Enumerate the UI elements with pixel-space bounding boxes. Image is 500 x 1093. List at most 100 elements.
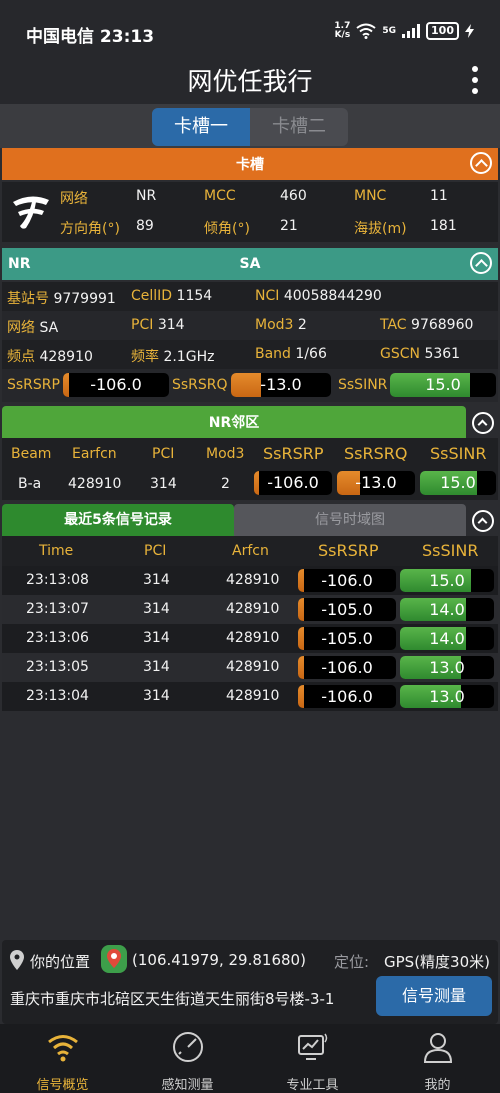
neighbor-sinr-meter: 15.0 (420, 471, 496, 495)
tab-recent-records[interactable]: 最近5条信号记录 (2, 504, 234, 536)
app-bar: 网优任我行 (0, 62, 500, 104)
col-pci: PCI (152, 446, 175, 462)
signal-measure-button[interactable]: 信号测量 (376, 976, 492, 1016)
gnb-id: 基站号 9779991 (7, 291, 116, 307)
azimuth-label: 方向角(°) (60, 221, 120, 237)
rsrq-label: SsRSRQ (172, 377, 228, 393)
row-arfcn: 428910 (226, 688, 280, 704)
nr-section-panel: 基站号 9779991 CellID 1154 NCI 40058844290 … (2, 282, 498, 402)
col-pci: PCI (144, 543, 167, 559)
positioning-mode-value: GPS(精度30米) (384, 953, 490, 971)
neighbor-earfcn: 428910 (68, 476, 122, 492)
table-row: 23:13:06 314 428910 -105.0 14.0 (2, 624, 498, 653)
more-menu-icon[interactable] (472, 66, 480, 96)
nav-item-perception-measure[interactable]: 感知测量 (125, 1024, 250, 1093)
slot-section-title: 卡槽 (236, 157, 264, 173)
mod3: Mod3 2 (255, 317, 307, 333)
collapse-chevron-icon[interactable] (470, 152, 492, 174)
neighbor-rsrp-value: -106.0 (267, 473, 319, 492)
neighbor-section-title: NR邻区 (208, 415, 260, 431)
tab-time-domain-chart[interactable]: 信号时域图 (234, 504, 466, 536)
address-text: 重庆市重庆市北碚区天生街道天生丽街8号楼-3-1 (10, 990, 335, 1008)
neighbor-section-panel: Beam Earfcn PCI Mod3 SsRSRP SsRSRQ SsSIN… (2, 438, 498, 500)
nav-label: 专业工具 (286, 1078, 339, 1093)
collapse-chevron-icon[interactable] (472, 412, 494, 434)
row-rsrp-value: -106.0 (321, 687, 373, 706)
collapse-chevron-icon[interactable] (470, 252, 492, 274)
nav-label: 我的 (424, 1078, 451, 1093)
col-earfcn: Earfcn (72, 446, 117, 462)
tab-sim-slot-2[interactable]: 卡槽二 (250, 108, 348, 146)
col-ssrsrp: SsRSRP (318, 541, 379, 560)
nr-section-header[interactable]: NR SA (2, 248, 498, 280)
col-ssrsrq: SsRSRQ (344, 444, 408, 463)
status-icons: 1.7 K/s 5G 100 (334, 22, 474, 40)
row-sinr-value: 14.0 (429, 629, 465, 648)
row-sinr-meter: 13.0 (400, 685, 494, 708)
row-sinr-value: 13.0 (429, 658, 465, 677)
positioning-mode-label: 定位: (334, 953, 370, 971)
nav-item-mine[interactable]: 我的 (375, 1024, 500, 1093)
row-rsrp-value: -106.0 (321, 571, 373, 590)
row-time: 23:13:05 (26, 659, 89, 675)
col-time: Time (39, 543, 74, 559)
location-pin-icon (10, 950, 24, 970)
row-sinr-value: 13.0 (429, 687, 465, 706)
row-rsrp-value: -105.0 (321, 629, 373, 648)
monitor-tools-icon (297, 1033, 327, 1060)
row-rsrp-meter: -106.0 (298, 569, 396, 592)
altitude-value: 181 (430, 218, 457, 234)
gscn: GSCN 5361 (380, 346, 461, 362)
row-rsrp-meter: -105.0 (298, 627, 396, 650)
network-type: 5G (382, 26, 397, 36)
table-row: 23:13:07 314 428910 -105.0 14.0 (2, 595, 498, 624)
col-beam: Beam (11, 446, 52, 462)
neighbor-rsrp-meter: -106.0 (254, 471, 332, 495)
slot-section-header[interactable]: 卡槽 (2, 148, 498, 180)
signal-bars-icon (402, 24, 421, 38)
mnc-value: 11 (430, 188, 448, 204)
nav-item-pro-tools[interactable]: 专业工具 (250, 1024, 375, 1093)
rsrq-value: -13.0 (260, 375, 302, 394)
row-pci: 314 (143, 630, 170, 646)
sinr-label: SsSINR (338, 377, 388, 393)
net-mode: 网络 SA (7, 320, 59, 336)
slot-section-panel: 网络 NR MCC 460 MNC 11 方向角(°) 89 倾角(°) 21 … (2, 182, 498, 242)
row-arfcn: 428910 (226, 601, 280, 617)
row-time: 23:13:04 (26, 688, 89, 704)
tac: TAC 9768960 (380, 317, 474, 333)
nav-item-signal-overview[interactable]: 信号概览 (0, 1024, 125, 1093)
nav-label: 感知测量 (161, 1078, 214, 1093)
app-title: 网优任我行 (187, 67, 313, 96)
row-arfcn: 428910 (226, 572, 280, 588)
tab-sim-slot-1[interactable]: 卡槽一 (152, 108, 250, 146)
network-value: NR (136, 188, 157, 204)
tilt-label: 倾角(°) (204, 221, 250, 237)
bottom-nav: 信号概览 感知测量 专业工具 我的 (0, 1024, 500, 1093)
sinr-meter: 15.0 (390, 373, 496, 397)
azimuth-value: 89 (136, 218, 154, 234)
table-row: 23:13:05 314 428910 -106.0 13.0 (2, 653, 498, 682)
row-pci: 314 (143, 688, 170, 704)
mnc-label: MNC (354, 188, 387, 204)
rsrq-meter: -13.0 (231, 373, 331, 397)
nr-section-left-label: NR (8, 256, 31, 272)
row-pci: 314 (143, 601, 170, 617)
sim-tab-area: 卡槽一 卡槽二 (0, 104, 500, 148)
wifi-status-icon (356, 23, 376, 39)
status-bar: 中国电信 23:13 1.7 K/s 5G 100 (0, 0, 500, 62)
network-label: 网络 (60, 191, 88, 207)
neighbor-rsrq-meter: -13.0 (337, 471, 415, 495)
mcc-label: MCC (204, 188, 236, 204)
neighbor-pci: 314 (150, 476, 177, 492)
charging-icon (465, 24, 474, 38)
neighbor-section-header[interactable]: NR邻区 (2, 406, 466, 438)
collapse-chevron-icon[interactable] (472, 510, 494, 532)
row-pci: 314 (143, 572, 170, 588)
pci: PCI 314 (131, 317, 185, 333)
neighbor-rsrq-value: -13.0 (355, 473, 397, 492)
row-sinr-value: 15.0 (429, 571, 465, 590)
row-arfcn: 428910 (226, 630, 280, 646)
col-mod3: Mod3 (206, 446, 245, 462)
china-telecom-logo (13, 196, 49, 229)
